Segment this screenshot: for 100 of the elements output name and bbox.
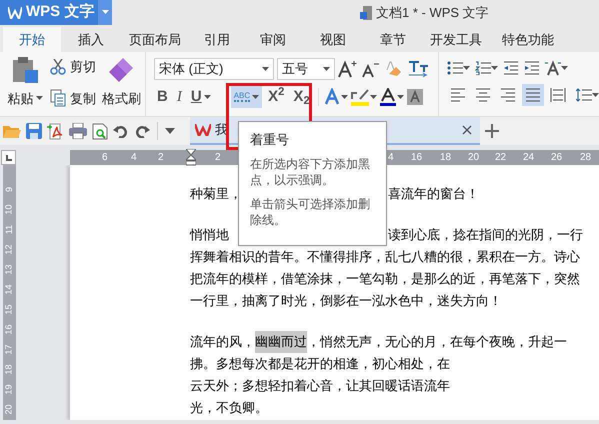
- ruler-number: 9: [4, 187, 15, 192]
- wps-logo-icon: [195, 124, 211, 136]
- text-effect-button[interactable]: [324, 88, 348, 106]
- caret-icon[interactable]: [396, 94, 404, 100]
- caret-icon[interactable]: [165, 128, 175, 134]
- paintbrush-icon: [108, 56, 134, 84]
- document-icon: [360, 6, 372, 20]
- ruler-number: 17: [4, 344, 15, 354]
- ruler-number: 22: [495, 151, 506, 165]
- decrease-indent-icon[interactable]: [503, 61, 519, 75]
- tab-stop-selector[interactable]: [1, 150, 16, 165]
- body-text: ，悄然无声，无心的月，在每个夜晚，升起一: [307, 333, 567, 351]
- letter-spacing-icon[interactable]: [545, 60, 561, 76]
- body-text: 挥舞着相识的昔年。不懂得排序，乱七八糟的很，累积在一方。诗心: [190, 248, 580, 266]
- character-spacing-button[interactable]: [545, 60, 568, 76]
- ruler-number: 2: [158, 151, 164, 165]
- format-button[interactable]: B: [154, 86, 171, 108]
- pdf-export-icon[interactable]: [47, 122, 64, 140]
- ruler-number: 16: [411, 151, 422, 165]
- ruler-number: 6: [102, 151, 108, 165]
- font-size-dropdown[interactable]: 五号: [277, 58, 335, 80]
- ribbon-tab[interactable]: 开始: [3, 27, 61, 52]
- body-text: 拂。多想每次都是花开的相逢，初心相处，在: [190, 355, 450, 373]
- format-button[interactable]: X$^{2}$: [265, 86, 288, 108]
- numbered-list-button[interactable]: [475, 61, 498, 75]
- ribbon-tab[interactable]: 审阅: [245, 27, 301, 52]
- caret-icon[interactable]: [323, 66, 330, 72]
- ruler-number: 20: [468, 151, 480, 165]
- ruler-number: 18: [4, 364, 15, 374]
- cut-button[interactable]: 剪切: [50, 57, 96, 76]
- align-button[interactable]: [522, 84, 544, 106]
- format-painter-button[interactable]: 格式刷: [102, 89, 141, 108]
- caret-icon[interactable]: [592, 92, 599, 98]
- ruler-number: 15: [4, 304, 15, 314]
- outlined-a-icon[interactable]: [324, 88, 340, 106]
- paste-button[interactable]: 粘贴: [8, 89, 42, 108]
- ribbon-tab[interactable]: 章节: [365, 27, 421, 52]
- undo-icon[interactable]: [113, 124, 129, 138]
- caret-icon[interactable]: [491, 66, 498, 70]
- ruler-number: 10: [4, 204, 15, 214]
- copy-icon: [50, 89, 66, 108]
- indent-marker-icon[interactable]: [186, 149, 196, 166]
- line-spacing-button[interactable]: [576, 88, 599, 102]
- ribbon-tab[interactable]: 开发工具: [421, 27, 491, 52]
- ruler-number: 16: [4, 324, 15, 334]
- ribbon-tab[interactable]: 插入: [61, 27, 121, 52]
- format-button[interactable]: I: [174, 86, 185, 108]
- ribbon-tab[interactable]: 页面布局: [121, 27, 189, 52]
- save-icon[interactable]: [26, 123, 42, 139]
- ruler-number: 28: [580, 151, 592, 165]
- body-text: 把流年的模样，借笔涂抹，一笔勾勒，是那么的近，再笔落下，突然: [190, 270, 580, 288]
- font-color-a-icon[interactable]: [380, 88, 396, 106]
- caret-icon[interactable]: [262, 66, 269, 72]
- character-shading-icon[interactable]: [406, 89, 423, 105]
- clipboard-icon: [11, 56, 39, 84]
- print-preview-icon[interactable]: [92, 122, 108, 140]
- body-text: 悄悄地: [190, 227, 229, 242]
- selected-text: 幽幽而过: [255, 331, 307, 353]
- highlighter-icon[interactable]: [350, 88, 369, 106]
- tooltip-title: 着重号: [250, 132, 290, 148]
- printer-icon[interactable]: [69, 123, 87, 139]
- highlight-button[interactable]: [350, 88, 377, 106]
- wps-logo-icon: [8, 6, 22, 18]
- grow-font-icon[interactable]: [338, 60, 358, 78]
- caret-icon[interactable]: [340, 94, 348, 100]
- bullet-list-button[interactable]: [447, 61, 470, 75]
- caret-icon[interactable]: [370, 94, 377, 100]
- caret-icon[interactable]: [102, 10, 109, 15]
- ruler-number: 11: [4, 224, 15, 234]
- caret-icon[interactable]: [36, 96, 42, 102]
- window-title: 文档1 * - WPS 文字: [376, 4, 489, 22]
- ruler-number: 19: [4, 384, 15, 394]
- body-text: 读到心底，捻在指间的光阴，一行: [388, 226, 583, 244]
- body-text: 云天外；多想轻扣着心音，让其回暖话语流年: [190, 377, 450, 395]
- copy-button[interactable]: 复制: [50, 88, 96, 108]
- body-text: 光，不负卿。: [190, 399, 268, 417]
- font-color-button[interactable]: [380, 88, 404, 106]
- caret-icon[interactable]: [561, 66, 568, 70]
- font-family-dropdown[interactable]: 宋体 (正文): [154, 58, 274, 80]
- ribbon-tab[interactable]: 引用: [189, 27, 245, 52]
- ruler-number: 26: [551, 151, 562, 165]
- ruler-number: 14: [4, 284, 15, 294]
- increase-indent-icon[interactable]: [524, 61, 540, 75]
- plus-icon[interactable]: [485, 124, 499, 138]
- close-icon[interactable]: [462, 125, 472, 135]
- ruler-number: 12: [4, 244, 15, 254]
- ruler-number: 13: [4, 264, 15, 274]
- ruler-number: 4: [131, 151, 137, 165]
- caret-icon[interactable]: [463, 66, 470, 70]
- app-menu-button[interactable]: WPS 文字: [0, 0, 112, 25]
- caret-icon[interactable]: [204, 94, 211, 100]
- format-button[interactable]: X$_{2}$: [290, 86, 313, 108]
- body-text: 流年的风，: [190, 333, 255, 351]
- caret-icon[interactable]: [252, 94, 260, 100]
- ruler-number: 18: [440, 151, 452, 165]
- format-button[interactable]: U: [188, 86, 214, 108]
- ribbon-tab[interactable]: 特色功能: [491, 27, 565, 52]
- ribbon-tab[interactable]: 视图: [301, 27, 365, 52]
- tooltip-text: 在所选内容下方添加黑点，以示强调。: [250, 156, 371, 188]
- redo-icon[interactable]: [134, 124, 150, 138]
